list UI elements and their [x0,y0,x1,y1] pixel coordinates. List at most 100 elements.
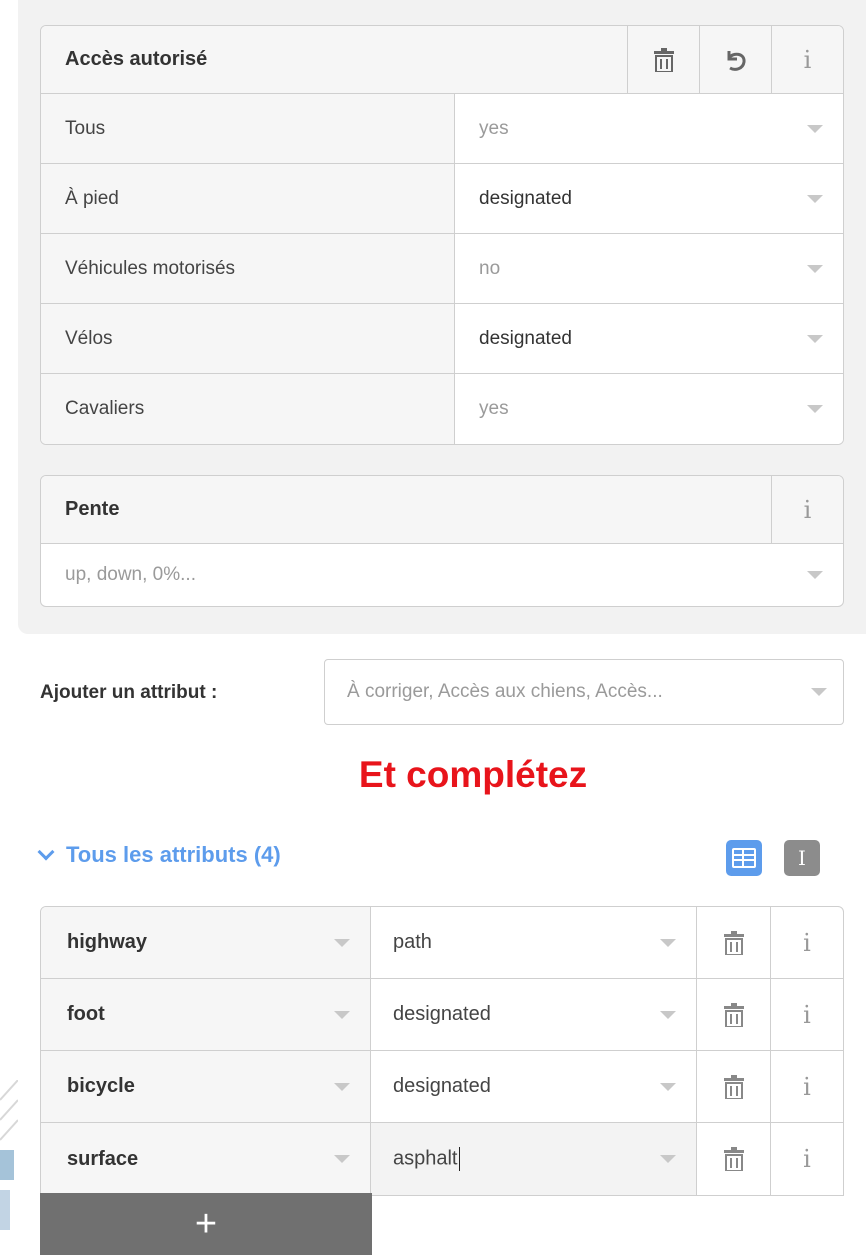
info-icon: i [803,1072,811,1101]
chevron-down-icon [807,264,823,273]
delete-tag-button[interactable] [697,907,771,978]
access-value: yes [479,398,509,419]
chevron-down-icon [807,334,823,343]
delete-field-button[interactable] [627,26,699,93]
annotation-text: Et complétez [358,754,588,795]
access-row-label: Véhicules motorisés [41,234,455,303]
access-combo-cavaliers[interactable]: yes [455,374,843,444]
access-value: yes [479,117,509,139]
table-icon [732,848,756,868]
access-row-label: Tous [41,94,455,163]
tag-key: foot [67,1003,105,1025]
add-field-label: Ajouter un attribut : [40,682,218,703]
text-cursor [458,1147,460,1171]
tag-info-button[interactable]: i [771,1051,843,1122]
undo-icon [727,50,745,71]
chevron-down-icon [660,1082,676,1091]
chevron-down-icon [334,1082,350,1091]
undo-field-button[interactable] [699,26,771,93]
tag-value: designated [393,1003,491,1025]
tag-value-combo[interactable]: path [371,907,697,978]
plus-icon: + [194,1202,218,1245]
incline-field-header: Pente i [41,476,843,544]
delete-tag-button[interactable] [697,979,771,1050]
tag-value: asphalt [393,1147,458,1170]
delete-tag-button[interactable] [697,1123,771,1195]
chevron-down-icon [807,571,823,579]
access-value: no [479,257,501,279]
chevron-down-icon [807,405,823,413]
tag-info-button[interactable]: i [771,1123,843,1195]
field-info-button[interactable]: i [771,476,843,543]
access-field-card: Accès autorisé i Tous yes À pied designa… [40,25,844,445]
access-value: designated [479,327,572,349]
tag-info-button[interactable]: i [771,907,843,978]
text-view-button[interactable]: I [784,840,820,876]
add-field-placeholder: À corriger, Accès aux chiens, Accès... [347,681,663,702]
tag-value-combo[interactable]: designated [371,1051,697,1122]
tag-key: bicycle [67,1075,135,1097]
info-icon: i [803,45,812,74]
info-icon: i [803,928,811,957]
access-row-a-pied: À pied designated [41,164,843,234]
chevron-down-icon [660,938,676,947]
access-row-label: À pied [41,164,455,233]
all-tags-toggle[interactable]: Tous les attributs (4) [37,842,281,868]
info-icon: i [803,1145,811,1173]
add-field-combo[interactable]: À corriger, Accès aux chiens, Accès... [324,659,844,725]
tag-value-text: asphalt [393,1147,460,1171]
access-combo-tous[interactable]: yes [455,94,843,163]
info-icon: i [803,1000,811,1029]
table-row: surface asphalt i [41,1123,843,1195]
chevron-down-icon [334,938,350,947]
access-combo-a-pied[interactable]: designated [455,164,843,233]
trash-icon [653,47,674,72]
chevron-down-icon [660,1010,676,1019]
field-info-button[interactable]: i [771,26,843,93]
tag-value: path [393,931,432,953]
access-row-cavaliers: Cavaliers yes [41,374,843,444]
incline-field-card: Pente i up, down, 0%... [40,475,844,607]
incline-combo[interactable]: up, down, 0%... [41,544,843,606]
chevron-down-icon [334,1010,350,1019]
table-row: highway path i [41,907,843,979]
chevron-down-icon [660,1155,676,1163]
trash-icon [723,1147,744,1171]
tag-value-combo[interactable]: designated [371,979,697,1050]
text-cursor-icon: I [798,846,806,870]
trash-icon [723,930,744,955]
tag-key-combo[interactable]: surface [41,1123,371,1195]
incline-field-title: Pente [65,498,120,520]
list-view-button[interactable] [726,840,762,876]
chevron-down-icon [334,1155,350,1163]
chevron-down-icon [37,843,55,861]
access-row-label: Cavaliers [41,374,455,444]
access-row-tous: Tous yes [41,94,843,164]
tag-key-combo[interactable]: foot [41,979,371,1050]
tag-key-combo[interactable]: bicycle [41,1051,371,1122]
all-tags-label: Tous les attributs (4) [66,842,281,867]
tag-table: highway path i foot designated i bicycle… [40,906,844,1196]
add-tag-button[interactable]: + [40,1193,372,1255]
trash-icon [723,1074,744,1099]
tag-key-combo[interactable]: highway [41,907,371,978]
table-row: bicycle designated i [41,1051,843,1123]
info-icon: i [803,495,812,524]
table-row: foot designated i [41,979,843,1051]
access-field-header: Accès autorisé i [41,26,843,94]
tag-key: surface [67,1147,139,1170]
access-value: designated [479,187,572,209]
tag-value-input[interactable]: asphalt [371,1123,697,1195]
access-combo-velos[interactable]: designated [455,304,843,373]
preset-fields-section: Accès autorisé i Tous yes À pied designa… [18,0,866,634]
access-row-label: Vélos [41,304,455,373]
access-field-title: Accès autorisé [65,48,208,70]
chevron-down-icon [811,688,827,696]
chevron-down-icon [807,194,823,203]
delete-tag-button[interactable] [697,1051,771,1122]
access-row-vehicules-motorises: Véhicules motorisés no [41,234,843,304]
access-combo-vehicules-motorises[interactable]: no [455,234,843,303]
tag-value: designated [393,1075,491,1097]
chevron-down-icon [807,124,823,133]
tag-info-button[interactable]: i [771,979,843,1050]
